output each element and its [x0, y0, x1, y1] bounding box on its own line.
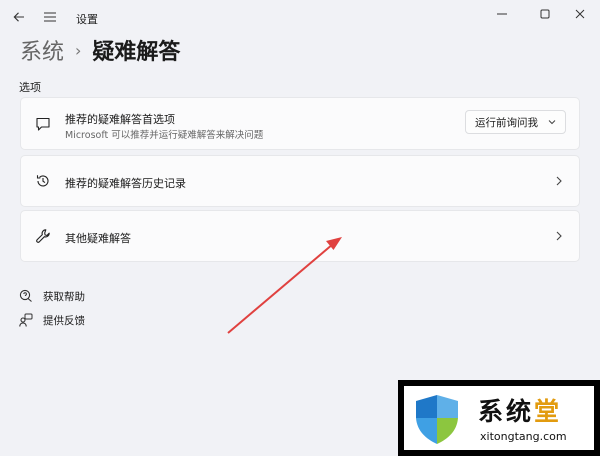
get-help-link[interactable]: 获取帮助 [18, 287, 85, 305]
back-arrow-icon[interactable] [7, 5, 31, 29]
wrench-icon [33, 226, 53, 246]
dropdown-selected-value: 运行前询问我 [475, 116, 538, 129]
card-description: Microsoft 可以推荐并运行疑难解答来解决问题 [65, 130, 264, 141]
section-label: 选项 [19, 81, 41, 94]
title-bar: 设置 [0, 0, 600, 34]
breadcrumb: 系统 › 疑难解答 [20, 34, 180, 66]
other-troubleshooters-card[interactable]: 其他疑难解答 [20, 210, 580, 262]
chat-bubble-icon [33, 114, 53, 134]
feedback-person-icon [18, 312, 34, 328]
close-button[interactable] [564, 2, 596, 26]
help-chat-icon [18, 288, 34, 304]
breadcrumb-parent[interactable]: 系统 [20, 34, 64, 66]
chevron-right-icon [553, 230, 565, 242]
chevron-right-icon [553, 175, 565, 187]
troubleshoot-preference-dropdown[interactable]: 运行前询问我 [465, 110, 566, 134]
watermark-brand-name: 系统堂 [478, 397, 563, 426]
watermark-url: xitongtang.com [480, 430, 567, 443]
link-label: 获取帮助 [43, 290, 85, 303]
maximize-button[interactable] [529, 2, 561, 26]
card-title: 推荐的疑难解答历史记录 [65, 177, 186, 190]
window-title: 设置 [76, 13, 98, 26]
watermark-logo: 系统堂 xitongtang.com [398, 380, 600, 456]
card-title: 推荐的疑难解答首选项 [65, 113, 175, 126]
history-icon [33, 171, 53, 191]
recommended-history-card[interactable]: 推荐的疑难解答历史记录 [20, 155, 580, 207]
give-feedback-link[interactable]: 提供反馈 [18, 311, 85, 329]
card-title: 其他疑难解答 [65, 232, 131, 245]
chevron-down-icon [547, 117, 557, 127]
hamburger-menu-icon[interactable] [38, 5, 62, 29]
shield-logo-icon [414, 393, 460, 446]
breadcrumb-separator-icon: › [75, 40, 82, 60]
recommended-preferences-card: 推荐的疑难解答首选项 Microsoft 可以推荐并运行疑难解答来解决问题 运行… [20, 97, 580, 150]
minimize-button[interactable] [486, 2, 518, 26]
watermark-panel: 系统堂 xitongtang.com [404, 386, 594, 450]
link-label: 提供反馈 [43, 314, 85, 327]
page-title: 疑难解答 [92, 40, 181, 65]
